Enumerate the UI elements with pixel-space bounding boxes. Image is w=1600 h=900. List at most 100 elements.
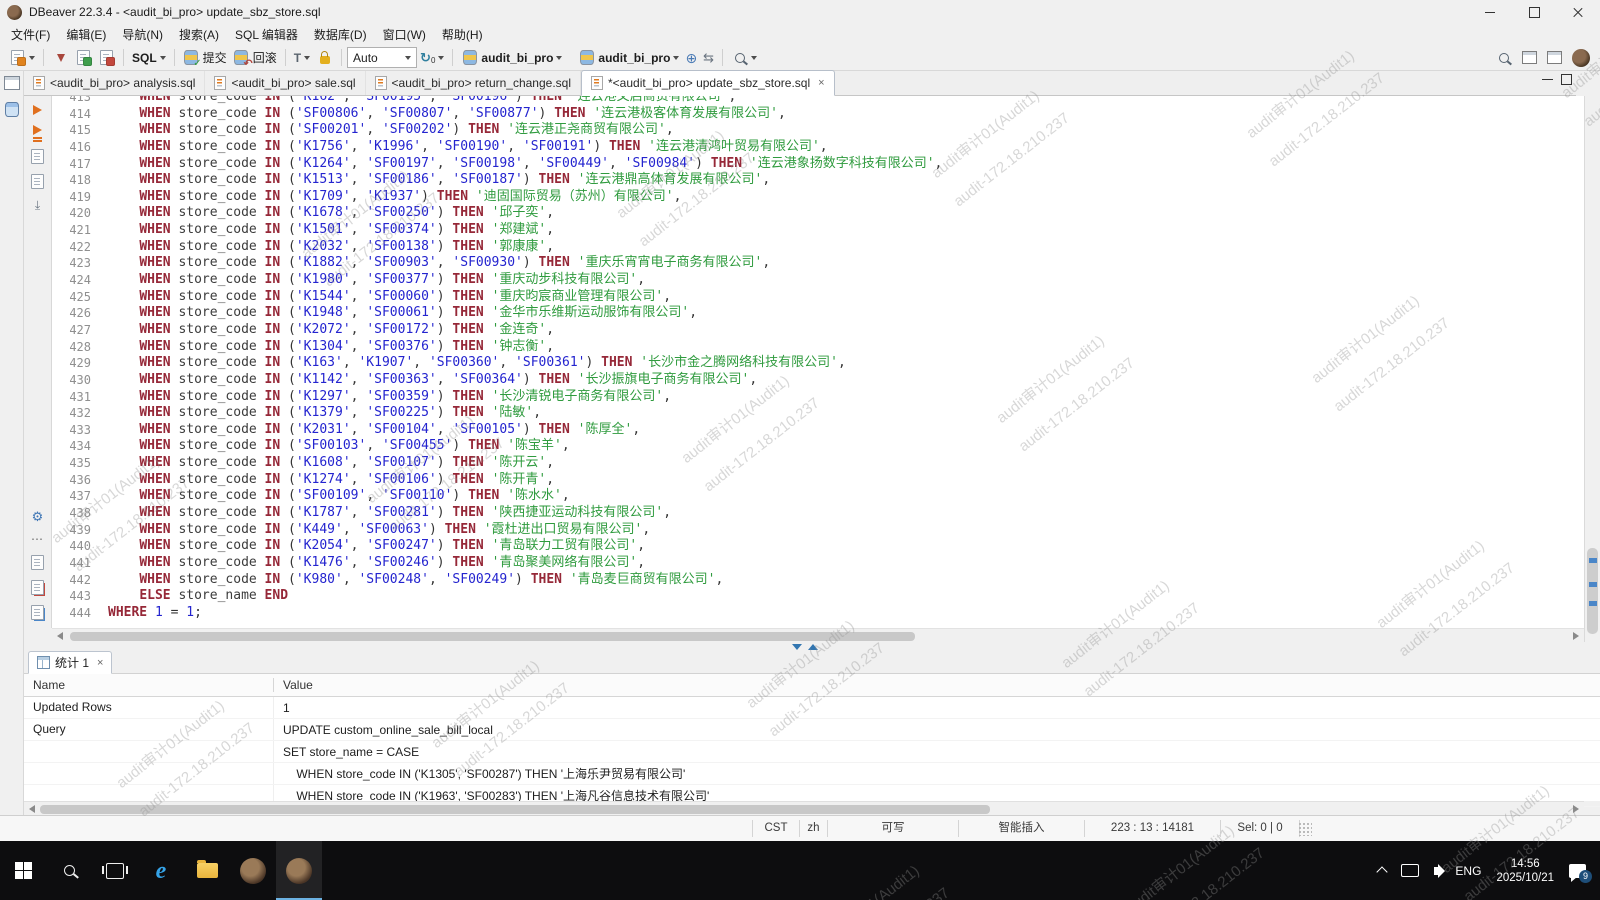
code-line-439[interactable]: WHEN store_code IN ('K449', 'SF00063') T… [108,522,1584,539]
code-line-414[interactable]: WHEN store_code IN ('SF00806', 'SF00807'… [108,106,1584,123]
stats-tab[interactable]: 统计 1 × [28,651,112,674]
code-area[interactable]: WHEN store_code IN ('K162', 'SF00195', '… [102,96,1584,628]
touch-keyboard-icon[interactable] [1401,864,1419,877]
stats-row[interactable]: SET store_name = CASE [24,741,1600,763]
code-line-442[interactable]: WHEN store_code IN ('K980', 'SF00248', '… [108,572,1584,589]
search-dropdown[interactable] [728,47,760,68]
code-line-415[interactable]: WHEN store_code IN ('SF00201', 'SF00202'… [108,122,1584,139]
editor-tab-2[interactable]: <audit_bi_pro> sale.sql [205,71,365,95]
menu-search[interactable]: 搜索(A) [171,24,227,45]
quick-search-icon[interactable] [1495,49,1512,66]
panel-sash[interactable] [24,642,1600,652]
code-line-421[interactable]: WHEN store_code IN ('K1501', 'SF00374') … [108,222,1584,239]
connection-selector[interactable]: audit_bi_pro [458,47,565,68]
commit-button[interactable]: ✓ 提交 [180,47,230,68]
sash-expand-icon[interactable] [808,644,818,650]
menu-navigate[interactable]: 导航(N) [114,24,171,45]
menu-window[interactable]: 窗口(W) [375,24,434,45]
code-line-433[interactable]: WHEN store_code IN ('K2031', 'SF00104', … [108,422,1584,439]
network-settings-button[interactable]: ⊕ [682,49,700,67]
rollback-button[interactable]: ↶ 回滚 [230,47,280,68]
code-line-413[interactable]: WHEN store_code IN ('K162', 'SF00195', '… [108,96,1584,106]
editor-horizontal-scrollbar[interactable] [52,628,1584,642]
sash-collapse-icon[interactable] [792,644,802,650]
editor-tab-3[interactable]: <audit_bi_pro> return_change.sql [366,71,581,95]
sql-scripts-icon[interactable] [31,605,44,620]
scroll-left-icon[interactable] [57,632,63,640]
new-sql-editor-button[interactable] [6,47,38,68]
stats-row[interactable]: Updated Rows1 [24,697,1600,719]
maximize-button[interactable] [1512,0,1556,24]
code-line-425[interactable]: WHEN store_code IN ('K1544', 'SF00060') … [108,289,1584,306]
explain-plan-icon[interactable] [31,149,44,164]
execute-script-icon[interactable] [33,125,42,135]
database-navigator-icon[interactable] [5,102,19,117]
close-button[interactable] [1556,0,1600,24]
stats-horizontal-scrollbar[interactable] [24,801,1584,815]
export-data-icon[interactable]: ⤓ [35,199,40,211]
minimize-view-icon[interactable] [1542,79,1553,80]
code-line-438[interactable]: WHEN store_code IN ('K1787', 'SF00281') … [108,505,1584,522]
code-line-427[interactable]: WHEN store_code IN ('K2072', 'SF00172') … [108,322,1584,339]
restore-editor-icon[interactable] [4,76,20,90]
tray-expand-icon[interactable] [1377,866,1388,877]
scroll-right-icon[interactable] [1573,805,1579,813]
speaker-icon[interactable] [1434,867,1440,875]
stats-row[interactable]: WHEN store_code IN ('K1305', 'SF00287') … [24,763,1600,785]
menu-sql-editor[interactable]: SQL 编辑器 [227,24,306,45]
dbeaver-logo[interactable] [1572,49,1590,67]
dbeaver-taskbar-button-1[interactable] [230,841,276,900]
dbeaver-taskbar-button-2[interactable] [276,841,322,900]
error-log-icon[interactable] [31,580,44,595]
fetch-data-button[interactable] [49,47,72,68]
scrollbar-thumb[interactable] [40,805,990,814]
code-line-444[interactable]: WHERE 1 = 1; [108,605,1584,622]
delete-script-button[interactable] [95,47,118,68]
code-line-417[interactable]: WHEN store_code IN ('K1264', 'SF00197', … [108,156,1584,173]
stats-row[interactable]: QueryUPDATE custom_online_sale_bill_loca… [24,719,1600,741]
code-line-432[interactable]: WHEN store_code IN ('K1379', 'SF00225') … [108,405,1584,422]
tab-close-icon[interactable]: × [818,77,824,89]
overview-marker[interactable] [1589,582,1597,587]
menu-help[interactable]: 帮助(H) [434,24,491,45]
more-actions-icon[interactable]: ⋯ [31,533,44,545]
analyze-query-icon[interactable] [31,174,44,189]
code-line-419[interactable]: WHEN store_code IN ('K1709', 'K1937') TH… [108,189,1584,206]
column-header-value[interactable]: Value [274,678,313,692]
window-layout-icon[interactable] [1547,51,1562,64]
action-center-button[interactable]: 9 [1569,864,1586,878]
code-line-420[interactable]: WHEN store_code IN ('K1678', 'SF00250') … [108,205,1584,222]
scroll-left-icon[interactable] [29,805,35,813]
transform-dropdown[interactable]: T [291,50,313,66]
code-line-430[interactable]: WHEN store_code IN ('K1142', 'SF00363', … [108,372,1584,389]
menu-file[interactable]: 文件(F) [3,24,58,45]
lock-toggle[interactable] [313,47,336,68]
minimize-button[interactable] [1468,0,1512,24]
code-line-429[interactable]: WHEN store_code IN ('K163', 'K1907', 'SF… [108,355,1584,372]
file-explorer-button[interactable] [184,841,230,900]
code-line-435[interactable]: WHEN store_code IN ('K1608', 'SF00107') … [108,455,1584,472]
tab-close-icon[interactable]: × [97,657,103,669]
task-view-button[interactable] [92,841,138,900]
code-line-416[interactable]: WHEN store_code IN ('K1756', 'K1996', 'S… [108,139,1584,156]
code-line-440[interactable]: WHEN store_code IN ('K2054', 'SF00247') … [108,538,1584,555]
editor-tab-4[interactable]: *<audit_bi_pro> update_sbz_store.sql× [581,70,835,96]
transaction-mode-select[interactable]: Auto [347,47,417,68]
taskbar-search-button[interactable] [46,841,92,900]
menu-edit[interactable]: 编辑(E) [58,24,114,45]
overview-marker[interactable] [1589,558,1597,563]
code-line-436[interactable]: WHEN store_code IN ('K1274', 'SF00106') … [108,472,1584,489]
settings-gear-icon[interactable]: ⚙ [32,510,44,523]
code-line-418[interactable]: WHEN store_code IN ('K1513', 'SF00186', … [108,172,1584,189]
code-line-422[interactable]: WHEN store_code IN ('K2032', 'SF00138') … [108,239,1584,256]
menu-database[interactable]: 数据库(D) [306,24,375,45]
code-line-441[interactable]: WHEN store_code IN ('K1476', 'SF00246') … [108,555,1584,572]
start-button[interactable] [0,841,46,900]
code-line-434[interactable]: WHEN store_code IN ('SF00103', 'SF00455'… [108,438,1584,455]
scroll-right-icon[interactable] [1573,632,1579,640]
save-script-button[interactable] [72,47,95,68]
output-console-icon[interactable] [31,555,44,570]
execute-statement-icon[interactable] [33,105,42,115]
code-line-437[interactable]: WHEN store_code IN ('SF00109', 'SF00110'… [108,488,1584,505]
editor-vertical-scrollbar[interactable] [1584,96,1600,642]
